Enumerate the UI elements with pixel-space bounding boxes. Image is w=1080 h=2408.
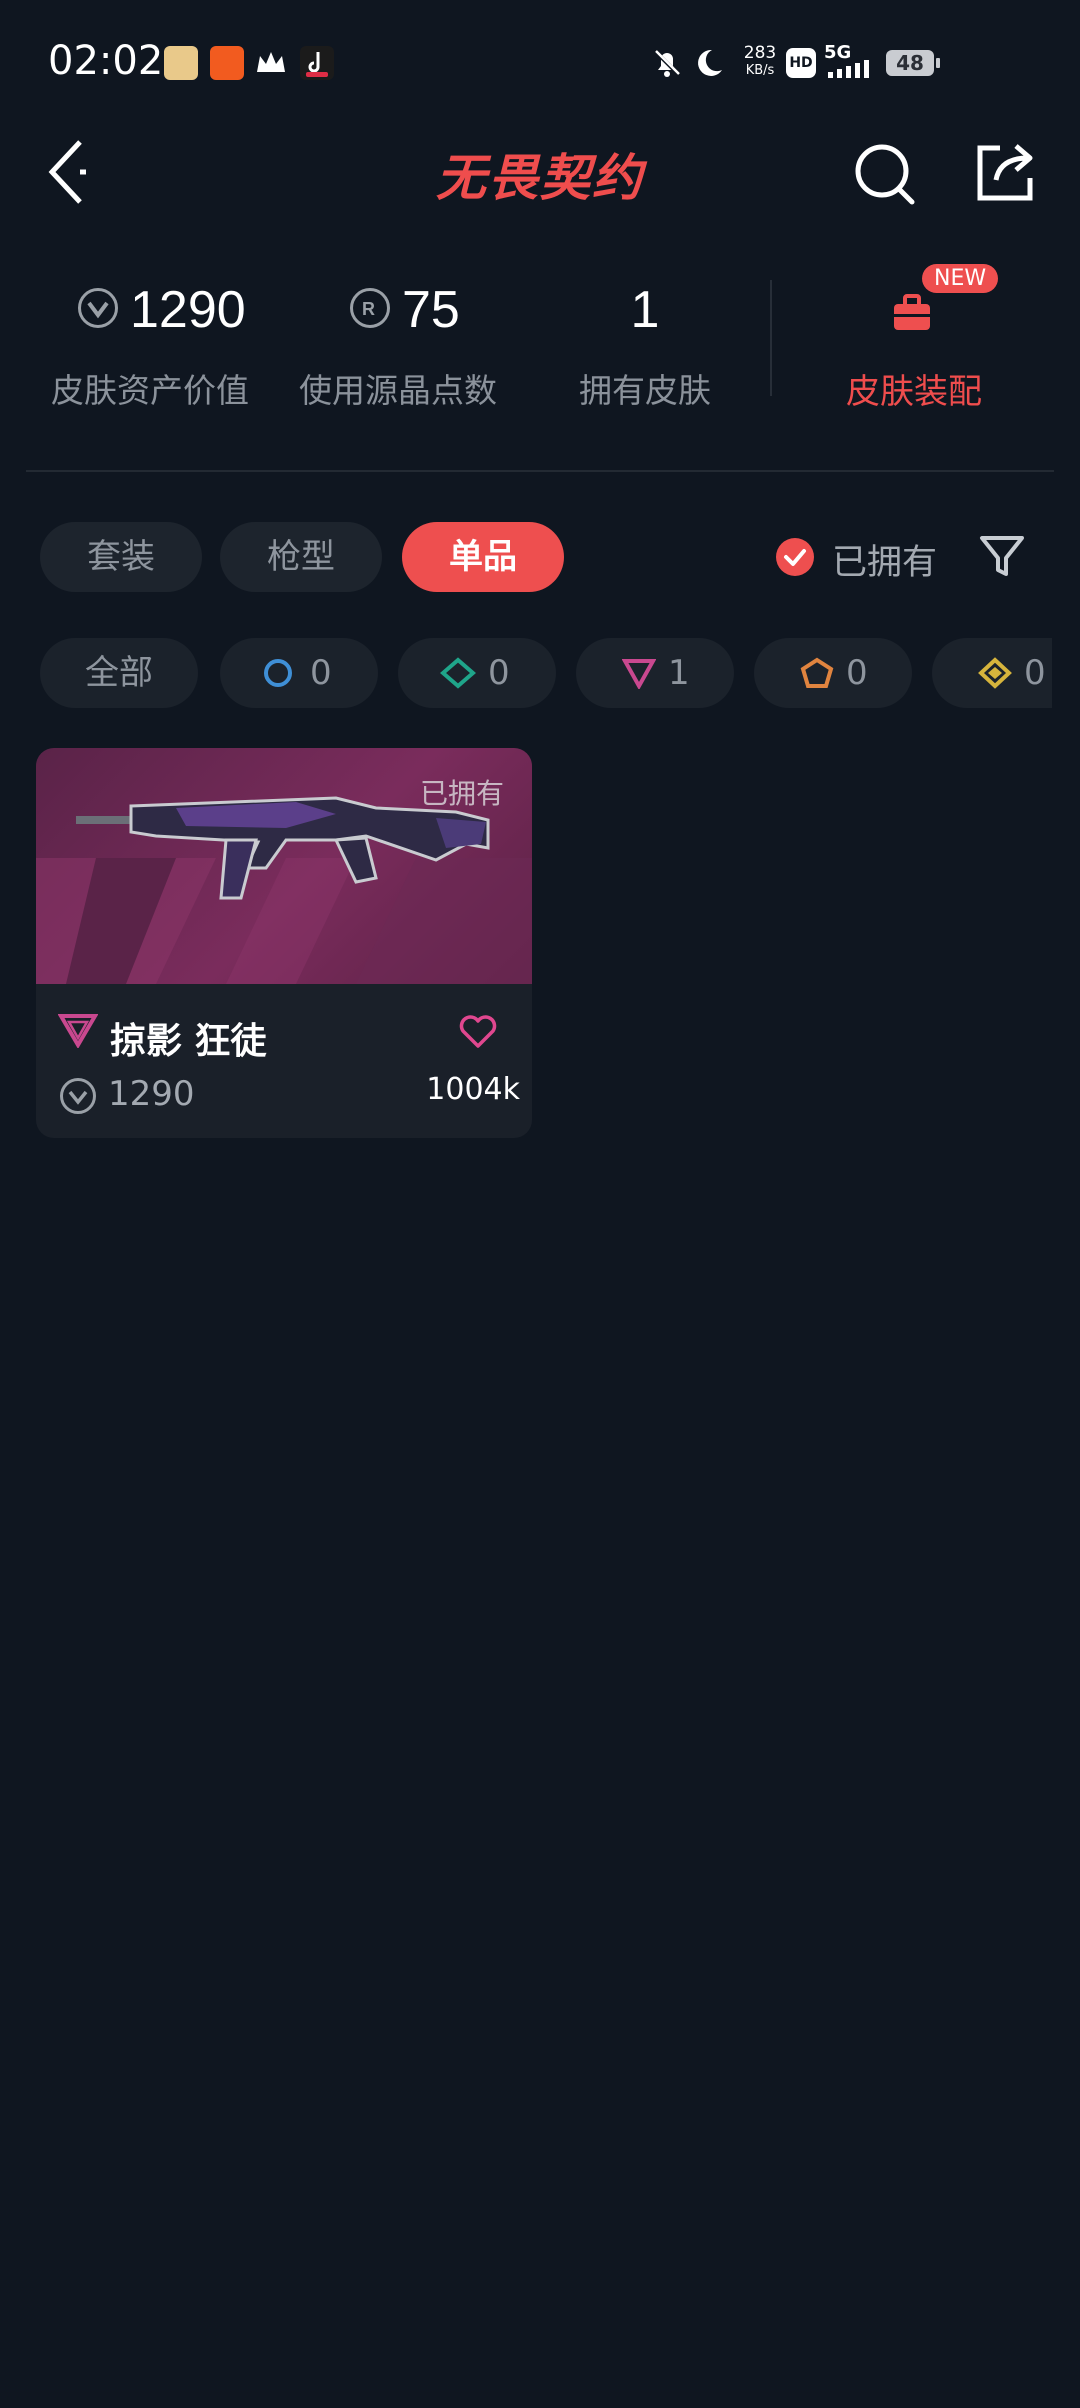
- rarity-chip-exclusive[interactable]: 0: [754, 638, 912, 708]
- rarity-chip-ultra[interactable]: 0: [932, 638, 1052, 708]
- rarity-chip-deluxe-count: 0: [488, 653, 510, 693]
- skin-price: 1290: [108, 1074, 195, 1114]
- rarity-chip-exclusive-count: 0: [846, 653, 868, 693]
- radianite-points-label: 使用源晶点数: [299, 371, 497, 410]
- mute-icon: [650, 46, 684, 84]
- crown-icon: [254, 46, 288, 80]
- owned-filter-label: 已拥有: [832, 543, 938, 583]
- checkbox-checked-icon: [776, 538, 814, 576]
- skin-card[interactable]: 已拥有 掠影 狂徒 1290 1004k: [36, 748, 532, 1138]
- premium-tier-icon: [622, 659, 656, 689]
- vp-coin-icon: [60, 1078, 96, 1114]
- share-button[interactable]: [970, 138, 1040, 208]
- search-button[interactable]: [850, 138, 920, 208]
- select-tier-icon: [264, 659, 292, 687]
- tab-bundles[interactable]: 套装: [40, 522, 202, 592]
- new-badge: NEW: [922, 264, 999, 293]
- tab-weapon-types[interactable]: 枪型: [220, 522, 382, 592]
- network-speed-value: 283: [743, 43, 777, 63]
- network-speed-unit: KB/s: [745, 63, 775, 78]
- search-icon: [855, 144, 915, 205]
- owned-tag: 已拥有: [419, 777, 504, 810]
- radianite-icon: R: [350, 288, 390, 328]
- rarity-chip-premium[interactable]: 1: [576, 638, 734, 708]
- hd-badge: HD: [786, 48, 816, 78]
- filter-button[interactable]: [976, 530, 1028, 582]
- exclusive-tier-icon: [800, 657, 834, 688]
- network-speed: 283 KB/s: [736, 44, 784, 80]
- asset-value-label: 皮肤资产价值: [51, 371, 249, 410]
- skin-equip-label: 皮肤装配: [846, 372, 982, 412]
- deluxe-tier-icon: [440, 657, 476, 689]
- tiktok-icon: [300, 46, 334, 80]
- rarity-chip-ultra-count: 0: [1024, 653, 1046, 693]
- back-button[interactable]: [36, 132, 96, 212]
- battery-indicator: 48: [886, 50, 940, 76]
- signal-icon: [826, 60, 876, 82]
- radianite-points: 75: [402, 281, 460, 339]
- notification-app-icon: [164, 46, 198, 80]
- status-time: 02:02: [48, 38, 164, 84]
- section-divider: [26, 470, 1054, 472]
- favorite-button[interactable]: [456, 1010, 500, 1054]
- svg-text:R: R: [362, 299, 375, 319]
- skin-image: 已拥有: [36, 748, 532, 984]
- funnel-icon: [980, 536, 1024, 576]
- stats-divider: [770, 280, 772, 396]
- ultra-tier-icon: [978, 657, 1012, 689]
- like-count: 1004k: [426, 1072, 520, 1107]
- share-icon: [977, 144, 1033, 201]
- owned-skins-count: 1: [630, 281, 660, 339]
- premium-tier-icon: [58, 1014, 98, 1048]
- notification-app-icon: [210, 46, 244, 80]
- app-logo: 无畏契约: [436, 149, 644, 207]
- rarity-chip-select[interactable]: 0: [220, 638, 378, 708]
- heart-icon: [459, 1015, 497, 1048]
- do-not-disturb-moon-icon: [690, 46, 724, 84]
- vp-coin-icon: [78, 288, 118, 328]
- owned-skins-label: 拥有皮肤: [579, 371, 711, 410]
- asset-value: 1290: [130, 281, 246, 339]
- briefcase-icon: [890, 290, 934, 338]
- rarity-chip-all[interactable]: 全部: [40, 638, 198, 708]
- skin-name: 掠影 狂徒: [110, 1021, 267, 1062]
- rarity-chip-select-count: 0: [310, 653, 332, 693]
- rarity-chip-premium-count: 1: [668, 653, 690, 693]
- tab-single-items[interactable]: 单品: [402, 522, 564, 592]
- rarity-chip-all-label: 全部: [85, 653, 153, 693]
- rarity-chip-deluxe[interactable]: 0: [398, 638, 556, 708]
